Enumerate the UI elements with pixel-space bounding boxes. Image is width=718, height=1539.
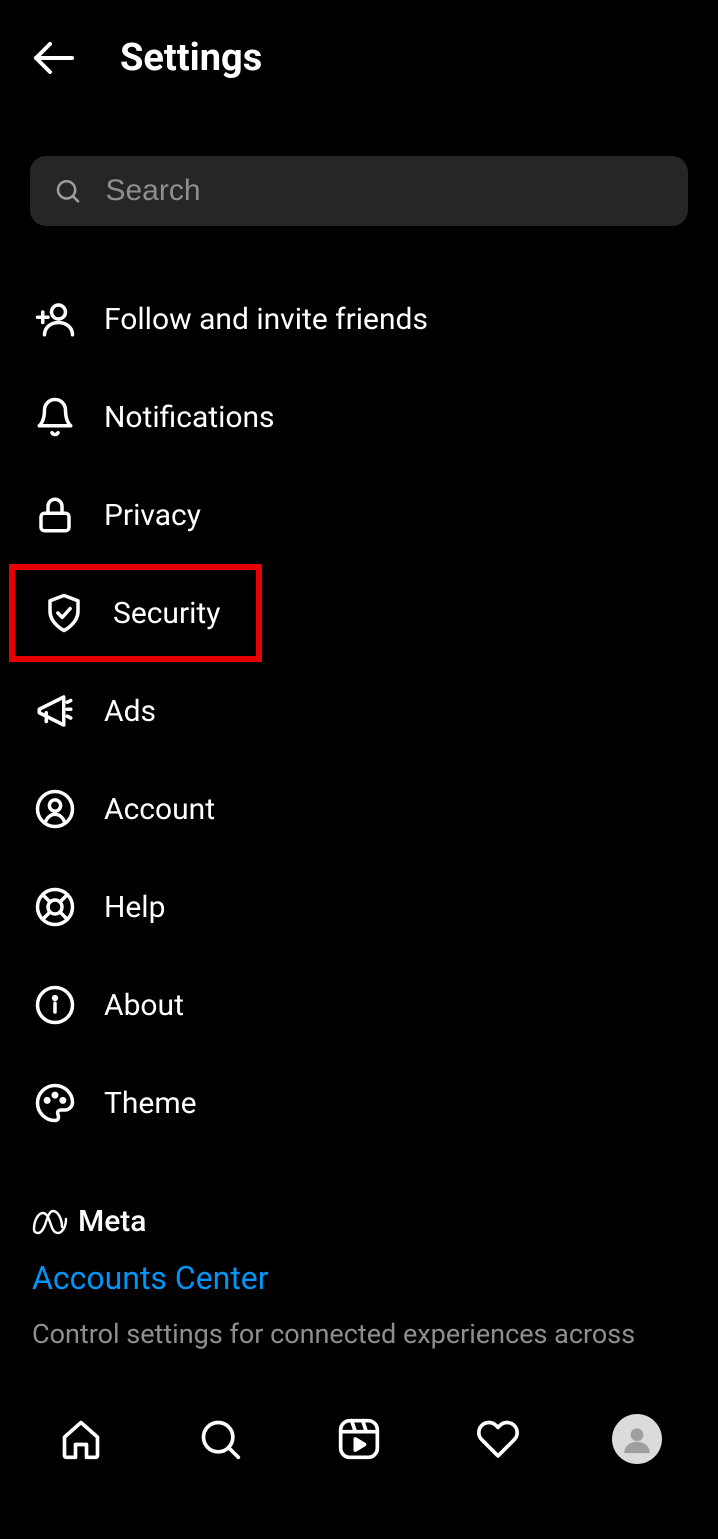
meta-logo: Meta — [32, 1204, 686, 1239]
menu-label: Follow and invite friends — [104, 302, 428, 337]
meta-brand-text: Meta — [78, 1204, 146, 1239]
info-icon — [34, 984, 76, 1026]
avatar-icon — [612, 1414, 662, 1464]
menu-label: Notifications — [104, 400, 275, 435]
menu-item-privacy[interactable]: Privacy — [0, 466, 718, 564]
menu-item-notifications[interactable]: Notifications — [0, 368, 718, 466]
nav-search[interactable] — [195, 1414, 245, 1464]
nav-home[interactable] — [56, 1414, 106, 1464]
user-circle-icon — [34, 788, 76, 830]
person-add-icon — [34, 298, 76, 340]
shield-check-icon — [43, 592, 85, 634]
menu-label: Account — [104, 792, 215, 827]
menu-label: Security — [113, 596, 220, 631]
reels-icon — [337, 1417, 381, 1461]
arrow-left-icon — [30, 34, 78, 82]
accounts-center-link[interactable]: Accounts Center — [32, 1259, 686, 1297]
menu-item-security[interactable]: Security — [9, 564, 262, 662]
search-icon — [198, 1417, 242, 1461]
menu-label: Theme — [104, 1086, 197, 1121]
search-bar[interactable] — [30, 156, 688, 226]
menu-item-about[interactable]: About — [0, 956, 718, 1054]
page-title: Settings — [120, 36, 262, 80]
nav-reels[interactable] — [334, 1414, 384, 1464]
menu-label: Help — [104, 890, 165, 925]
back-button[interactable] — [28, 32, 80, 84]
menu-label: Privacy — [104, 498, 201, 533]
lock-icon — [34, 494, 76, 536]
menu-label: Ads — [104, 694, 156, 729]
meta-icon — [32, 1209, 70, 1235]
menu-item-account[interactable]: Account — [0, 760, 718, 858]
home-icon — [59, 1417, 103, 1461]
bottom-nav — [0, 1399, 718, 1479]
nav-profile[interactable] — [612, 1414, 662, 1464]
menu-item-theme[interactable]: Theme — [0, 1054, 718, 1152]
meta-description: Control settings for connected experienc… — [32, 1315, 686, 1354]
nav-activity[interactable] — [473, 1414, 523, 1464]
life-buoy-icon — [34, 886, 76, 928]
heart-icon — [476, 1417, 520, 1461]
settings-menu: Follow and invite friends Notifications … — [0, 270, 718, 1152]
search-icon — [54, 176, 81, 206]
search-input[interactable] — [105, 174, 664, 208]
menu-label: About — [104, 988, 184, 1023]
menu-item-ads[interactable]: Ads — [0, 662, 718, 760]
menu-item-follow-invite[interactable]: Follow and invite friends — [0, 270, 718, 368]
header: Settings — [0, 0, 718, 116]
meta-section: Meta Accounts Center Control settings fo… — [0, 1204, 718, 1354]
megaphone-icon — [34, 690, 76, 732]
bell-icon — [34, 396, 76, 438]
menu-item-help[interactable]: Help — [0, 858, 718, 956]
palette-icon — [34, 1082, 76, 1124]
